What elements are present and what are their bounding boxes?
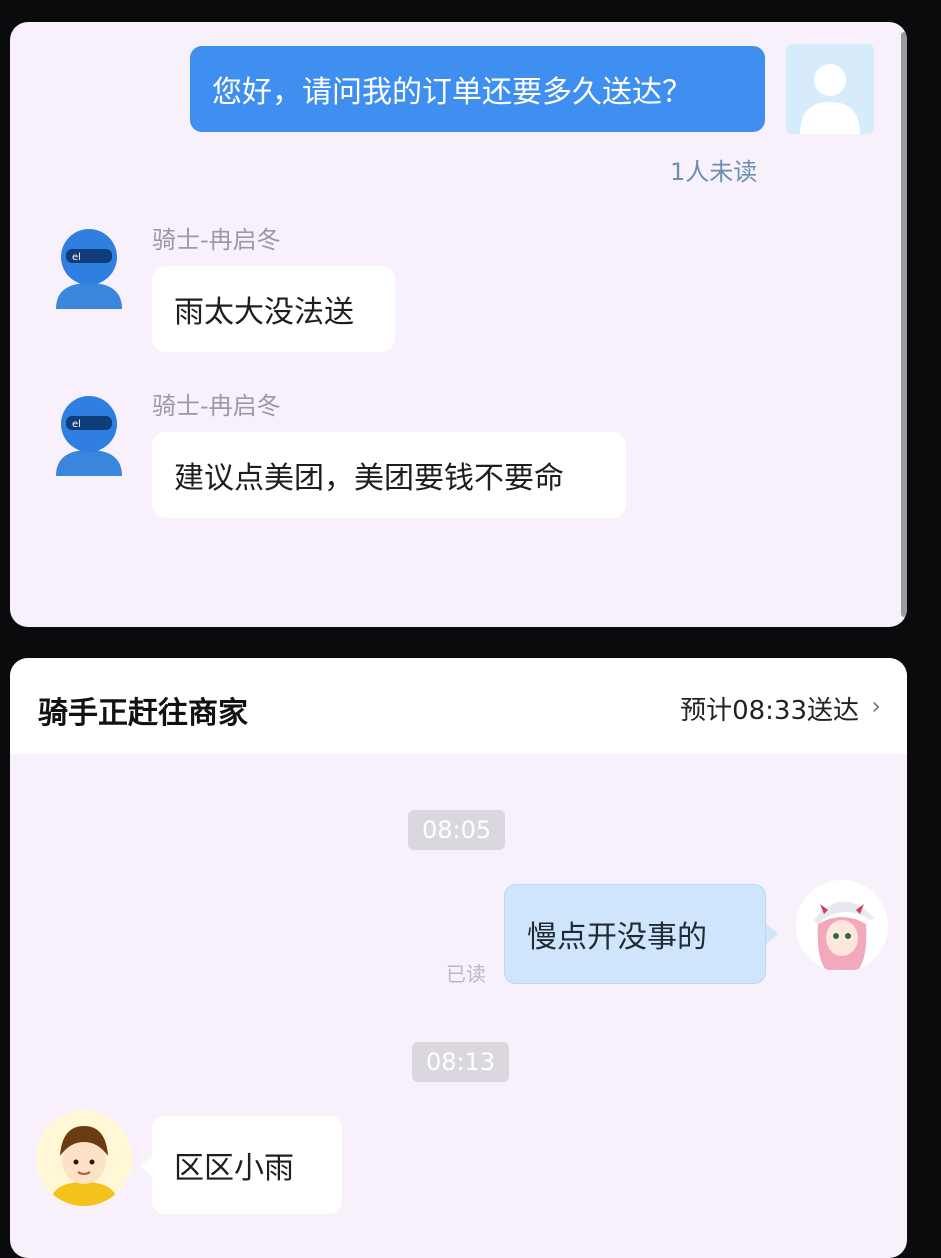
rider-avatar[interactable] [36,1110,132,1206]
timestamp-2: 08:13 [412,1042,510,1082]
chat-panel-1: 您好，请问我的订单还要多久送达？ 1人未读 el 骑士-冉启冬 雨太大没法送 e… [10,22,907,627]
anime-girl-avatar-icon [796,880,888,972]
unread-status: 1人未读 [670,158,758,186]
user-message-bubble[interactable]: 您好，请问我的订单还要多久送达？ [190,46,765,132]
rider-message-text-1: 雨太大没法送 [174,295,354,330]
chat-panel-2: 骑手正赶往商家 预计08:33送达 › 08:05 已读 慢点开没事的 08:1… [10,658,907,1258]
svg-text:el: el [72,419,81,430]
user-message-text: 慢点开没事的 [527,920,707,955]
bubble-tail [140,1156,152,1176]
rider-helmet-icon: el [56,396,122,476]
read-status: 已读 [446,962,486,986]
scrollbar[interactable] [901,32,907,617]
rider-message-text-2: 建议点美团，美团要钱不要命 [174,461,564,496]
svg-text:el: el [72,252,81,263]
bubble-tail [766,924,778,944]
user-avatar[interactable] [796,880,888,972]
user-avatar[interactable] [786,44,874,134]
user-message-bubble[interactable]: 慢点开没事的 [504,884,766,984]
user-message-text: 您好，请问我的订单还要多久送达？ [212,75,692,110]
order-status-title: 骑手正赶往商家 [38,696,248,731]
rider-message-bubble[interactable]: 区区小雨 [152,1116,342,1214]
eta-text[interactable]: 预计08:33送达 [680,690,859,727]
rider-avatar[interactable]: el [50,394,128,476]
rider-name-1: 骑士-冉启冬 [152,226,281,254]
order-status-header[interactable]: 骑手正赶往商家 预计08:33送达 › [10,658,907,754]
rider-message-text: 区区小雨 [174,1151,294,1186]
rider-message-bubble-2[interactable]: 建议点美团，美团要钱不要命 [152,432,626,518]
chevron-right-icon[interactable]: › [871,692,881,720]
rider-cartoon-icon [36,1110,132,1206]
rider-helmet-icon: el [56,229,122,309]
timestamp-1: 08:05 [408,810,506,850]
rider-message-bubble-1[interactable]: 雨太大没法送 [152,266,395,352]
rider-name-2: 骑士-冉启冬 [152,392,281,420]
default-user-icon [800,64,860,134]
rider-avatar[interactable]: el [50,227,128,309]
